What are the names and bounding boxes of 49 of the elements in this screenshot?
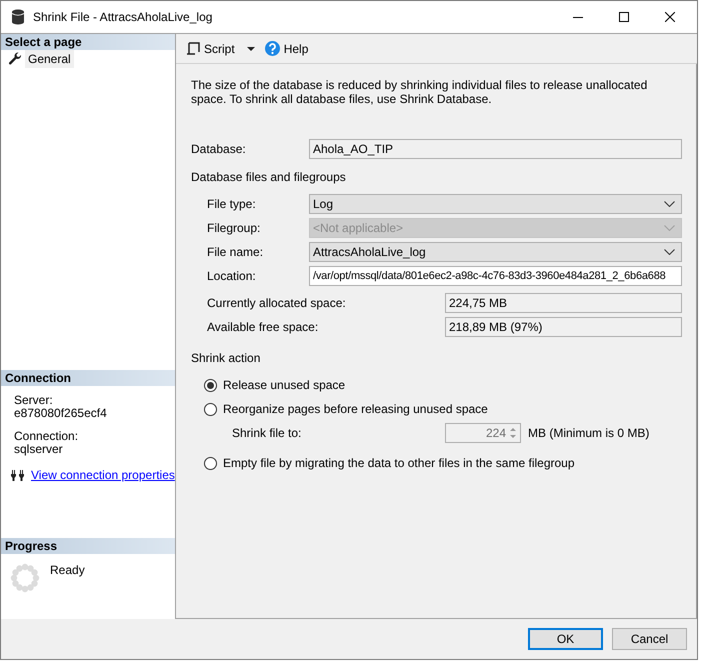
database-field[interactable]: Ahola_AO_TIP [309,139,682,159]
server-label: Server: [14,394,54,407]
help-button[interactable]: Help [262,40,310,58]
script-icon [186,42,200,56]
radio-option[interactable]: Release unused space [204,373,346,397]
server-name: e878080f265ecf4 [14,407,108,420]
radio-option[interactable]: Empty file by migrating the data to other files in the same filegroup [204,451,575,475]
help-icon [264,41,280,56]
chevron-down-icon [664,249,675,255]
wrench-icon [8,52,22,66]
field-label: File type: [207,196,257,213]
dropdown-field[interactable]: AttracsAholaLive_log [309,242,682,262]
spinner-icon [10,563,40,593]
field-label: Available free space: [207,319,320,336]
field-label: Database: [191,141,247,158]
field-label: File name: [207,244,264,261]
page-item[interactable]: General [25,50,74,68]
plug-icon [11,469,25,481]
connection-label: Connection: [14,430,80,443]
dropdown-field[interactable]: Log [309,194,682,214]
field-label: Location: [207,268,257,285]
section-label: Database files and filegroups [191,169,347,186]
window-title: Shrink File - AttracsAholaLive_log [33,9,212,26]
radio-option[interactable]: Reorganize pages before releasing unused space [204,397,488,421]
chevron-down-icon [664,225,675,231]
dialog-button[interactable]: OK [528,628,603,650]
section-header: Connection [1,370,175,386]
unit-label: MB (Minimum is 0 MB) [528,425,650,442]
space-field: 224,75 MB [445,293,682,313]
field-label: Filegroup: [207,220,262,237]
location-field[interactable]: /var/opt/mssql/data/801e6ec2-a98c-4c76-83d3-3960e484a281_2_6b6a688 [309,266,682,286]
connection-properties-link[interactable]: View connection properties [31,466,175,484]
section-header: Select a page [1,34,175,50]
maximize-icon [619,12,629,22]
dialog-button[interactable]: Cancel [612,628,687,650]
chevron-down-icon [664,201,675,207]
script-button[interactable]: Script [184,40,257,58]
section-header: Progress [1,538,175,554]
spin-arrows-icon [509,426,517,440]
section-label: Shrink action [191,350,262,367]
caret-icon [246,46,255,50]
description-text: The size of the database is reduced by shrinking individual files to release unallocated space. To shrink all database files, use Shrink Database. [191,78,648,106]
close-icon [665,12,675,22]
field-label: Shrink file to: [232,425,302,442]
connection-name: sqlserver [14,443,64,456]
space-field: 218,89 MB (97%) [445,317,682,337]
database-icon [11,9,25,25]
progress-status: Ready [50,562,85,579]
field-label: Currently allocated space: [207,295,347,312]
